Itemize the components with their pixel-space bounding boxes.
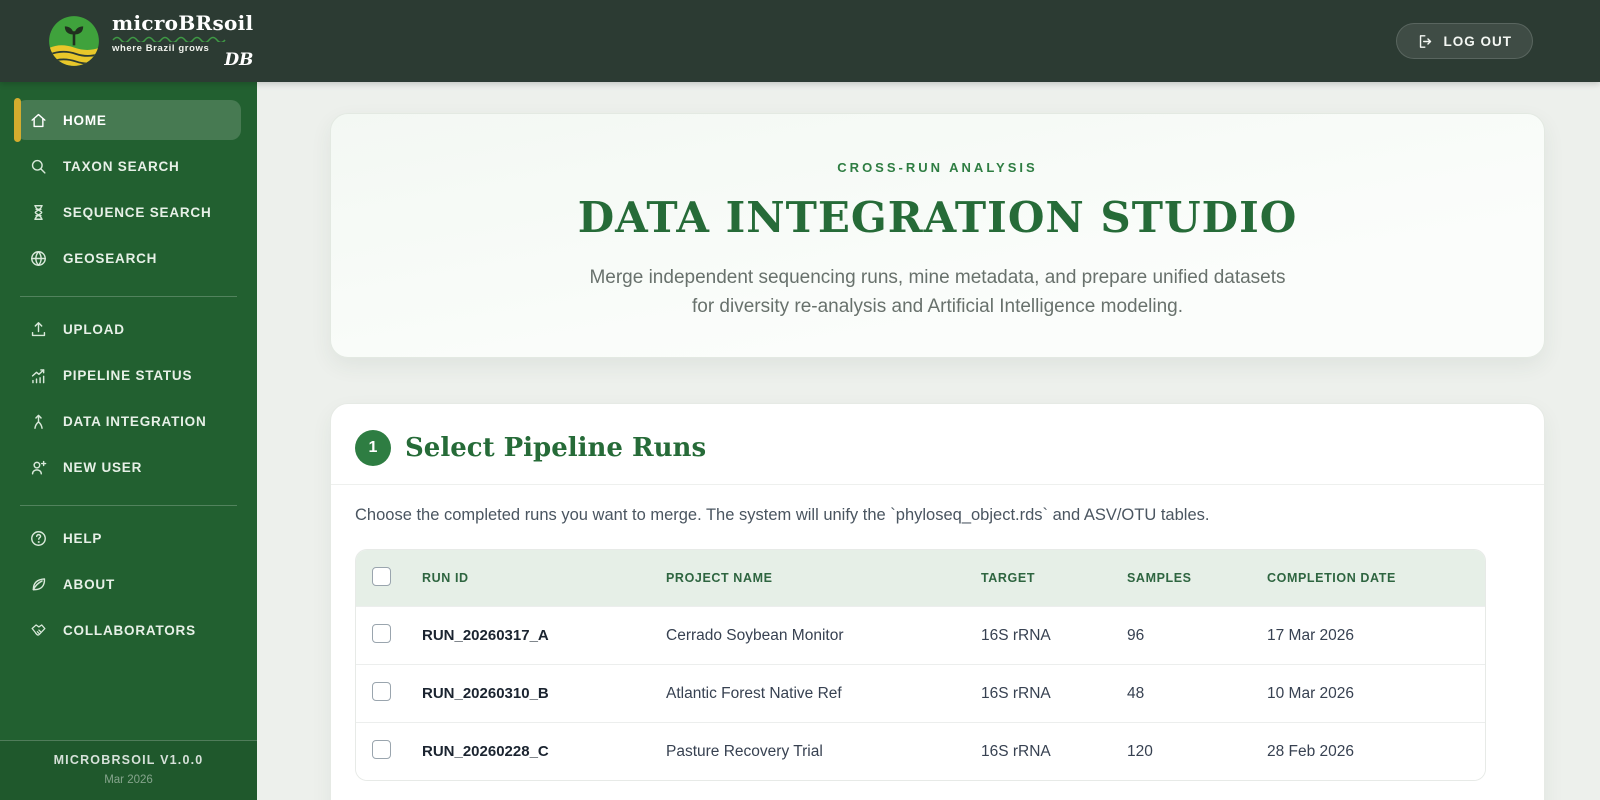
select-all-checkbox[interactable] xyxy=(372,567,391,586)
user-plus-icon xyxy=(29,458,48,477)
sidebar-footer: MICROBRSOIL V1.0.0 Mar 2026 xyxy=(0,740,257,800)
completion-date: 28 Feb 2026 xyxy=(1267,742,1355,760)
sidebar-item-new-user[interactable]: NEW USER xyxy=(16,447,241,487)
app-logo: microBRsoil where Brazil grows DB xyxy=(48,13,253,70)
section-divider xyxy=(331,484,1544,485)
table-row: RUN_20260317_A Cerrado Soybean Monitor 1… xyxy=(356,606,1485,664)
sidebar-divider xyxy=(20,505,237,506)
logo-name: microBRsoil xyxy=(112,10,254,35)
project-name: Atlantic Forest Native Ref xyxy=(666,684,842,702)
select-run-checkbox[interactable] xyxy=(372,739,391,759)
upload-icon xyxy=(29,320,48,339)
hero-kicker: CROSS-RUN ANALYSIS xyxy=(837,160,1038,175)
sidebar-item-help[interactable]: HELP xyxy=(16,518,241,558)
run-id: RUN_20260317_A xyxy=(422,627,549,644)
target: 16S rRNA xyxy=(981,626,1051,644)
search-icon xyxy=(29,157,48,176)
project-name: Cerrado Soybean Monitor xyxy=(666,626,844,644)
merge-icon xyxy=(29,412,48,431)
sidebar-item-label: PIPELINE STATUS xyxy=(63,367,193,383)
hero-subtitle-line2: for diversity re-analysis and Artificial… xyxy=(691,295,1184,317)
home-icon xyxy=(29,111,48,130)
select-runs-section: 1 Select Pipeline Runs Choose the comple… xyxy=(330,403,1545,800)
step-header: 1 Select Pipeline Runs xyxy=(355,428,1520,468)
leaf-icon xyxy=(29,575,48,594)
sidebar-item-label: UPLOAD xyxy=(63,321,125,337)
table-header-row: RUN ID PROJECT NAME TARGET SAMPLES COMPL… xyxy=(356,550,1485,606)
sidebar-divider xyxy=(20,296,237,297)
run-id: RUN_20260310_B xyxy=(422,685,549,702)
sidebar-item-label: NEW USER xyxy=(63,459,143,475)
column-header-completion-date: COMPLETION DATE xyxy=(1267,571,1396,585)
sidebar-item-data-integration[interactable]: DATA INTEGRATION xyxy=(16,401,241,441)
sidebar-item-home[interactable]: HOME xyxy=(14,98,241,142)
sidebar-item-label: GEOSEARCH xyxy=(63,250,158,266)
pipeline-runs-table: RUN ID PROJECT NAME TARGET SAMPLES COMPL… xyxy=(355,549,1486,781)
select-run-checkbox[interactable] xyxy=(372,623,391,643)
hero-banner: CROSS-RUN ANALYSIS DATA INTEGRATION STUD… xyxy=(330,113,1545,358)
sidebar-item-taxon-search[interactable]: TAXON SEARCH xyxy=(16,146,241,186)
table-row: RUN_20260310_B Atlantic Forest Native Re… xyxy=(356,664,1485,722)
section-description: Choose the completed runs you want to me… xyxy=(355,506,1210,524)
sidebar-item-label: HOME xyxy=(63,112,107,128)
sidebar-item-collaborators[interactable]: COLLABORATORS xyxy=(16,610,241,650)
dna-icon xyxy=(29,203,48,222)
sidebar-item-geosearch[interactable]: GEOSEARCH xyxy=(16,238,241,278)
target: 16S rRNA xyxy=(981,684,1051,702)
samples-count: 96 xyxy=(1127,626,1145,644)
sidebar-nav: HOME TAXON SEARCH SEQUENCE SEARCH GEOSEA… xyxy=(0,82,257,800)
sidebar-item-pipeline-status[interactable]: PIPELINE STATUS xyxy=(16,355,241,395)
project-name: Pasture Recovery Trial xyxy=(666,742,823,760)
app-version-date: Mar 2026 xyxy=(104,774,153,786)
target: 16S rRNA xyxy=(981,742,1051,760)
run-id: RUN_20260228_C xyxy=(422,743,549,760)
select-run-checkbox[interactable] xyxy=(372,681,391,701)
sidebar-item-label: TAXON SEARCH xyxy=(63,158,180,174)
logo-plant-icon xyxy=(48,15,100,67)
step-number-badge: 1 xyxy=(355,430,391,466)
sidebar-item-label: HELP xyxy=(63,530,103,546)
column-header-project-name: PROJECT NAME xyxy=(666,571,773,585)
logout-button[interactable]: LOG OUT xyxy=(1395,23,1533,59)
hero-subtitle-line1: Merge independent sequencing runs, mine … xyxy=(589,267,1286,288)
section-title: Select Pipeline Runs xyxy=(405,433,707,463)
logo-wave-decoration xyxy=(112,36,253,42)
globe-icon xyxy=(29,249,48,268)
sidebar-item-upload[interactable]: UPLOAD xyxy=(16,309,241,349)
samples-count: 48 xyxy=(1127,684,1145,702)
hero-subtitle: Merge independent sequencing runs, mine … xyxy=(331,264,1544,321)
handshake-icon xyxy=(29,621,48,640)
logout-label: LOG OUT xyxy=(1443,33,1512,49)
sidebar-item-label: SEQUENCE SEARCH xyxy=(63,204,212,220)
page-title: DATA INTEGRATION STUDIO xyxy=(577,193,1298,242)
column-header-samples: SAMPLES xyxy=(1127,571,1192,585)
sidebar-item-about[interactable]: ABOUT xyxy=(16,564,241,604)
completion-date: 10 Mar 2026 xyxy=(1267,684,1355,702)
chart-icon xyxy=(29,366,48,385)
sidebar-item-label: DATA INTEGRATION xyxy=(63,413,207,429)
main-content: CROSS-RUN ANALYSIS DATA INTEGRATION STUD… xyxy=(257,82,1600,800)
column-header-run-id: RUN ID xyxy=(422,571,469,585)
top-header: microBRsoil where Brazil grows DB LOG OU… xyxy=(0,0,1600,82)
samples-count: 120 xyxy=(1127,742,1153,760)
app-version: MICROBRSOIL V1.0.0 xyxy=(53,753,204,767)
sidebar-item-sequence-search[interactable]: SEQUENCE SEARCH xyxy=(16,192,241,232)
table-row: RUN_20260228_C Pasture Recovery Trial 16… xyxy=(356,722,1485,780)
help-icon xyxy=(29,529,48,548)
sidebar-item-label: ABOUT xyxy=(63,576,115,592)
logo-text: microBRsoil where Brazil grows DB xyxy=(112,13,253,70)
sidebar-item-label: COLLABORATORS xyxy=(63,622,196,638)
logo-db-suffix: DB xyxy=(224,50,254,71)
completion-date: 17 Mar 2026 xyxy=(1267,626,1355,644)
logout-icon xyxy=(1417,33,1434,50)
column-header-target: TARGET xyxy=(981,571,1036,585)
